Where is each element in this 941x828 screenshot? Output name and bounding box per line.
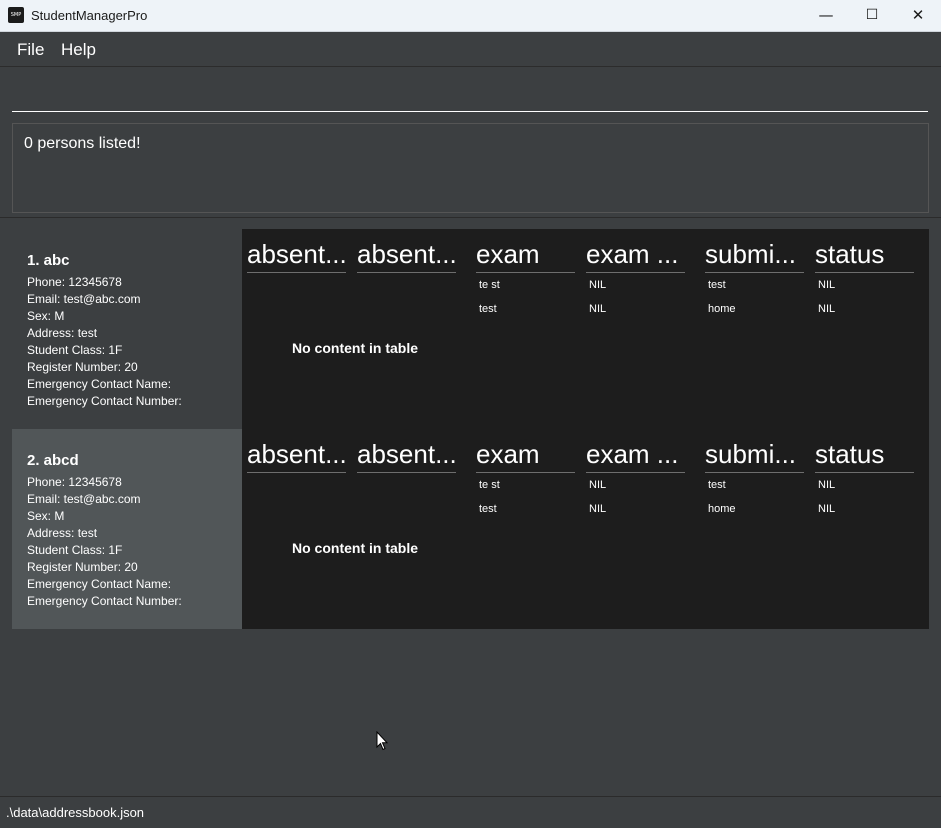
divider: [0, 217, 941, 218]
table-cell[interactable]: NIL: [589, 503, 606, 515]
person-emergency-name: Emergency Contact Name:: [27, 577, 172, 591]
table-cell[interactable]: NIL: [589, 479, 606, 491]
person-class: Student Class: 1F: [27, 343, 123, 357]
person-name: 2. abcd: [27, 452, 79, 469]
mouse-cursor-icon: [376, 730, 389, 756]
table-cell[interactable]: te st: [479, 479, 500, 491]
app-logo-icon: SMP: [8, 7, 24, 23]
result-message: 0 persons listed!: [24, 135, 141, 152]
person-register-number: Register Number: 20: [27, 560, 138, 574]
column-header[interactable]: submi...: [705, 438, 804, 473]
command-box: [0, 67, 941, 117]
person-phone: Phone: 12345678: [27, 475, 122, 489]
column-header[interactable]: submi...: [705, 238, 804, 273]
column-header[interactable]: exam ...: [586, 238, 685, 273]
table-cell[interactable]: NIL: [818, 279, 835, 291]
status-bar: .\data\addressbook.json: [0, 796, 941, 828]
person-email: Email: test@abc.com: [27, 292, 141, 306]
maximize-icon[interactable]: ☐: [849, 0, 895, 31]
table-cell[interactable]: home: [708, 303, 736, 315]
column-header[interactable]: absent...: [247, 438, 346, 473]
column-header[interactable]: exam: [476, 238, 575, 273]
table-cell[interactable]: NIL: [818, 303, 835, 315]
table-cell[interactable]: NIL: [818, 479, 835, 491]
table-cell[interactable]: test: [708, 479, 726, 491]
menu-file[interactable]: File: [17, 40, 44, 60]
person-details: 1. abc Phone: 12345678 Email: test@abc.c…: [12, 229, 242, 429]
column-header[interactable]: status: [815, 438, 914, 473]
person-class: Student Class: 1F: [27, 543, 123, 557]
result-display: 0 persons listed!: [12, 123, 929, 213]
minimize-icon[interactable]: —: [803, 0, 849, 31]
menu-bar: File Help: [0, 32, 941, 67]
table-cell[interactable]: NIL: [589, 279, 606, 291]
empty-table-placeholder: No content in table: [292, 340, 418, 356]
person-emergency-number: Emergency Contact Number:: [27, 394, 182, 408]
empty-table-placeholder: No content in table: [292, 540, 418, 556]
table-cell[interactable]: home: [708, 503, 736, 515]
column-header[interactable]: absent...: [357, 438, 456, 473]
table-cell[interactable]: NIL: [818, 503, 835, 515]
column-header[interactable]: absent...: [357, 238, 456, 273]
table-cell[interactable]: te st: [479, 279, 500, 291]
column-header[interactable]: absent...: [247, 238, 346, 273]
person-emergency-number: Emergency Contact Number:: [27, 594, 182, 608]
save-location: .\data\addressbook.json: [6, 805, 145, 820]
person-email: Email: test@abc.com: [27, 492, 141, 506]
table-cell[interactable]: test: [479, 503, 497, 515]
title-bar: SMP StudentManagerPro — ☐ ✕: [0, 0, 941, 32]
person-card[interactable]: 2. abcd Phone: 12345678 Email: test@abc.…: [12, 429, 929, 629]
person-sex: Sex: M: [27, 509, 65, 523]
person-phone: Phone: 12345678: [27, 275, 122, 289]
person-details: 2. abcd Phone: 12345678 Email: test@abc.…: [12, 429, 242, 629]
table-cell[interactable]: test: [708, 279, 726, 291]
person-tables: absent... absent... exam exam ... submi.…: [242, 229, 929, 429]
menu-help[interactable]: Help: [61, 40, 96, 60]
person-tables: absent... absent... exam exam ... submi.…: [242, 429, 929, 629]
person-name: 1. abc: [27, 252, 70, 269]
person-sex: Sex: M: [27, 309, 65, 323]
person-address: Address: test: [27, 326, 98, 340]
column-header[interactable]: exam: [476, 438, 575, 473]
person-register-number: Register Number: 20: [27, 360, 138, 374]
table-cell[interactable]: test: [479, 303, 497, 315]
close-icon[interactable]: ✕: [895, 0, 941, 31]
window-title: StudentManagerPro: [31, 8, 148, 23]
column-header[interactable]: exam ...: [586, 438, 685, 473]
table-cell[interactable]: NIL: [589, 303, 606, 315]
person-card[interactable]: 1. abc Phone: 12345678 Email: test@abc.c…: [12, 229, 929, 429]
person-address: Address: test: [27, 526, 98, 540]
command-input[interactable]: [12, 81, 928, 112]
column-header[interactable]: status: [815, 238, 914, 273]
person-emergency-name: Emergency Contact Name:: [27, 377, 172, 391]
